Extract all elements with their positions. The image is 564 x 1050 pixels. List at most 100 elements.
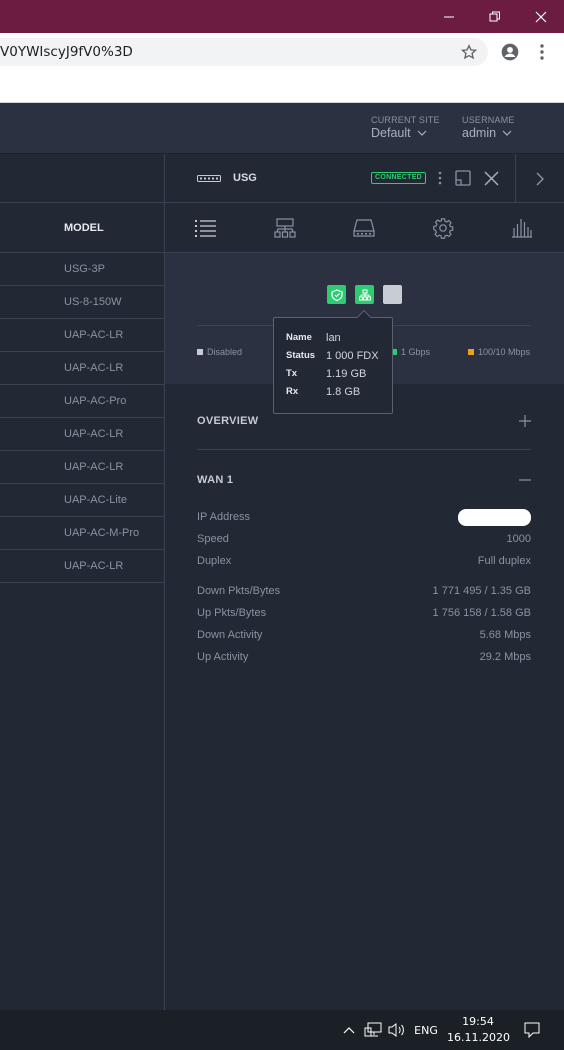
profile-button[interactable] — [499, 41, 521, 63]
wan-down-activity-row: Down Activity 5.68 Mbps — [197, 629, 531, 641]
app-header: CURRENT SITE Default USERNAME admin — [0, 103, 564, 154]
close-window-button[interactable] — [518, 0, 564, 33]
list-icon — [195, 220, 216, 237]
table-row[interactable]: UAP-AC-Lite — [0, 484, 164, 517]
down-activity-value: 5.68 Mbps — [479, 629, 531, 641]
collapse-panel-button[interactable] — [515, 154, 564, 203]
notification-icon — [524, 1022, 540, 1038]
tab-statistics[interactable] — [509, 216, 535, 240]
tab-details[interactable] — [193, 216, 219, 240]
site-label: CURRENT SITE — [371, 115, 440, 125]
redacted-value — [458, 509, 531, 526]
down-activity-label: Down Activity — [197, 629, 263, 641]
wan-speed-row: Speed 1000 — [197, 533, 531, 545]
kebab-menu-icon — [438, 171, 442, 185]
wan-ip-row: IP Address — [197, 509, 531, 526]
chevron-down-icon — [502, 130, 512, 136]
network-wired-icon — [364, 1022, 382, 1037]
input-language-button[interactable]: ENG — [412, 1020, 440, 1040]
user-selector[interactable]: USERNAME admin — [462, 115, 515, 140]
account-icon — [501, 43, 519, 61]
table-row[interactable]: UAP-AC-LR — [0, 451, 164, 484]
device-table: MODEL USG-3P US-8-150W UAP-AC-LR UAP-AC-LR U… — [0, 154, 165, 1010]
table-row[interactable]: US-8-150W — [0, 286, 164, 319]
model-column-header[interactable]: MODEL — [0, 203, 164, 253]
tooltip-tx-value: 1.19 GB — [326, 368, 367, 380]
kebab-menu-icon — [540, 44, 544, 60]
device-ports-icon — [353, 219, 375, 237]
device-panel: USG CONNECTED Disabled 1 Gbps 100/10 Mbp… — [165, 154, 564, 1010]
port-disabled[interactable] — [383, 285, 402, 304]
down-pkts-label: Down Pkts/Bytes — [197, 585, 281, 597]
gear-icon — [433, 218, 454, 239]
wan-duplex-row: Duplex Full duplex — [197, 555, 531, 567]
network-tray-button[interactable] — [363, 1020, 383, 1040]
table-row[interactable]: UAP-AC-LR — [0, 352, 164, 385]
address-bar[interactable]: V0YWIscyJ9fV0%3D — [0, 38, 488, 66]
address-bar-row: V0YWIscyJ9fV0%3D — [0, 33, 564, 70]
legend-disabled-label: Disabled — [207, 347, 243, 357]
show-hidden-icons-button[interactable] — [342, 1020, 356, 1040]
notifications-button[interactable] — [522, 1020, 542, 1040]
table-row[interactable]: UAP-AC-LR — [0, 319, 164, 352]
device-more-button[interactable] — [435, 167, 445, 189]
bookmark-star-button[interactable] — [458, 41, 480, 63]
site-value: Default — [371, 126, 411, 140]
clock[interactable]: 19:54 16.11.2020 — [447, 1014, 510, 1046]
bar-chart-icon — [512, 219, 532, 238]
up-activity-value: 29.2 Mbps — [479, 651, 531, 663]
table-row[interactable]: UAP-AC-LR — [0, 550, 164, 583]
username-value: admin — [462, 126, 497, 140]
status-badge: CONNECTED — [371, 172, 427, 184]
close-icon — [483, 170, 499, 186]
tab-network[interactable] — [272, 216, 298, 240]
legend-disabled: Disabled — [197, 347, 242, 357]
duplex-label: Duplex — [197, 555, 232, 567]
port-wan[interactable] — [327, 285, 346, 304]
clock-date: 16.11.2020 — [447, 1031, 510, 1044]
tab-ports[interactable] — [351, 216, 377, 240]
star-icon — [461, 44, 477, 60]
wan-title: WAN 1 — [197, 473, 234, 486]
browser-menu-button[interactable] — [531, 41, 553, 63]
legend-gbps: 1 Gbps — [391, 347, 430, 357]
up-pkts-value: 1 756 158 / 1.58 GB — [432, 607, 531, 619]
port-lan[interactable] — [355, 285, 374, 304]
ip-address-label: IP Address — [197, 511, 250, 523]
minus-icon — [519, 478, 531, 481]
plus-icon — [519, 415, 531, 427]
legend-swatch — [197, 349, 203, 355]
username-label: USERNAME — [462, 115, 515, 125]
legend-mbps: 100/10 Mbps — [468, 347, 530, 357]
minimize-button[interactable] — [426, 0, 472, 33]
wan-up-pkts-row: Up Pkts/Bytes 1 756 158 / 1.58 GB — [197, 607, 531, 619]
site-selector[interactable]: CURRENT SITE Default — [371, 115, 440, 140]
table-row[interactable]: UAP-AC-Pro — [0, 385, 164, 418]
tooltip-tx-key: Tx — [286, 368, 298, 379]
popout-button[interactable] — [453, 167, 473, 189]
wan-section-header[interactable]: WAN 1 — [197, 451, 531, 508]
restore-button[interactable] — [472, 0, 518, 33]
tooltip-rx-value: 1.8 GB — [326, 386, 361, 398]
wan-up-activity-row: Up Activity 29.2 Mbps — [197, 651, 531, 663]
duplex-value: Full duplex — [477, 555, 531, 567]
table-toolbar — [0, 154, 164, 203]
volume-button[interactable] — [387, 1020, 407, 1040]
bookmarks-bar — [0, 70, 564, 103]
shield-icon — [330, 288, 343, 301]
table-row[interactable]: USG-3P — [0, 253, 164, 286]
browser-title-bar — [0, 0, 564, 33]
speed-value: 1000 — [506, 533, 531, 545]
wan-down-pkts-row: Down Pkts/Bytes 1 771 495 / 1.35 GB — [197, 585, 531, 597]
tooltip-status-key: Status — [286, 350, 316, 361]
gateway-device-icon — [197, 175, 221, 182]
speed-label: Speed — [197, 533, 229, 545]
tab-config[interactable] — [430, 216, 456, 240]
table-row[interactable]: UAP-AC-LR — [0, 418, 164, 451]
chevron-up-icon — [343, 1027, 355, 1034]
url-text[interactable]: V0YWIscyJ9fV0%3D — [0, 44, 440, 60]
close-panel-button[interactable] — [480, 167, 502, 189]
table-row[interactable]: UAP-AC-M-Pro — [0, 517, 164, 550]
tooltip-name-key: Name — [286, 332, 312, 343]
minimize-icon — [444, 16, 454, 17]
